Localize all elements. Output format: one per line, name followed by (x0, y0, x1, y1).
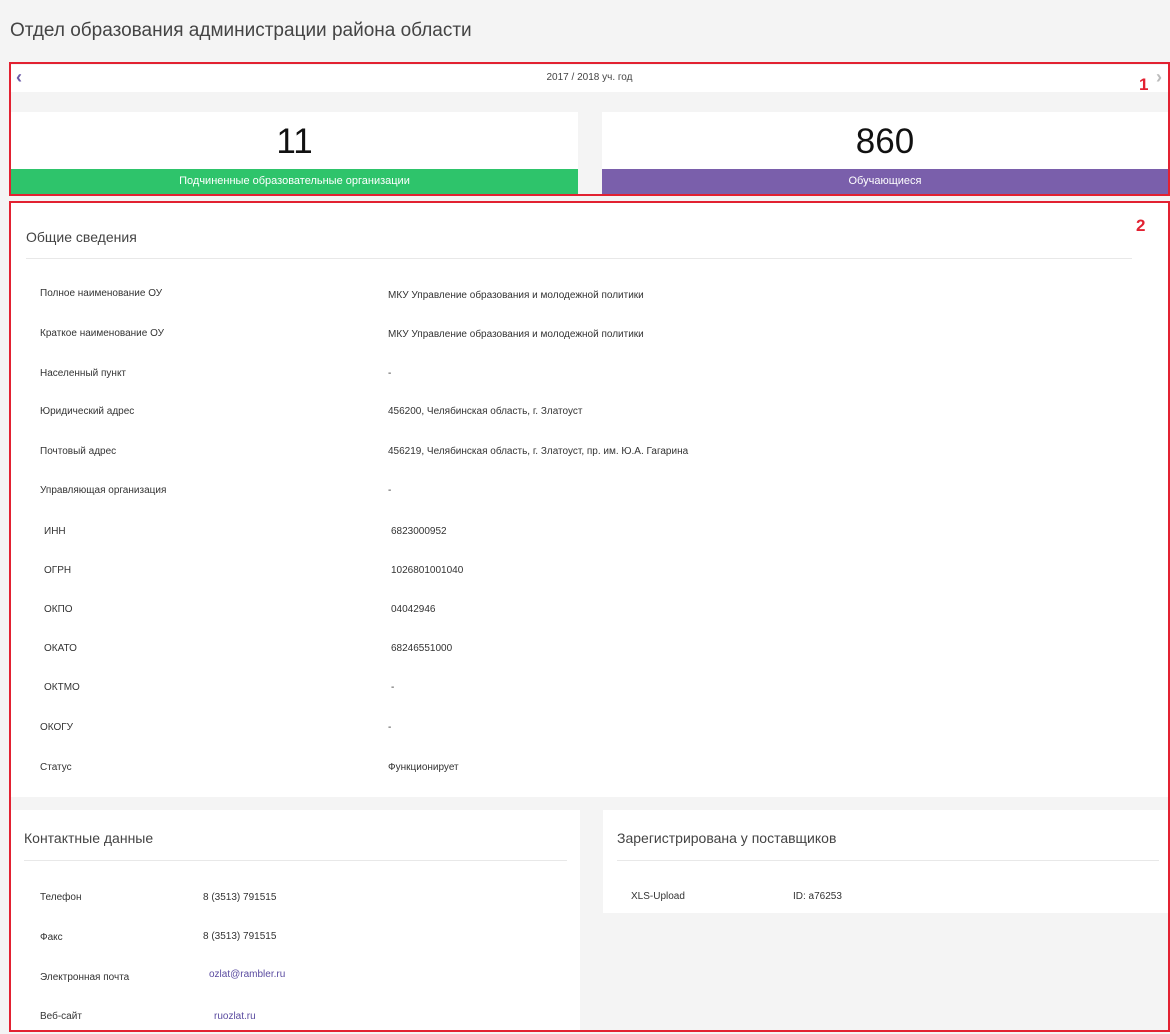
page-title: Отдел образования администрации района о… (10, 20, 472, 41)
annotation-number-2: 2 (1136, 216, 1146, 235)
annotation-number-1: 1 (1139, 75, 1149, 94)
annotation-box-1 (9, 62, 1170, 196)
annotation-box-2 (9, 201, 1170, 1032)
